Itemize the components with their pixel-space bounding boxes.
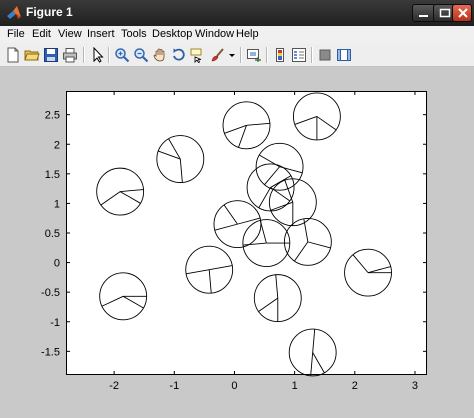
link-plot-icon[interactable] bbox=[246, 47, 262, 63]
menu-window[interactable]: Window bbox=[195, 28, 234, 40]
toolbar-separator bbox=[83, 47, 85, 63]
matlab-logo-icon bbox=[7, 6, 21, 19]
figure-toolbar bbox=[0, 44, 474, 67]
y-tick-label: 0 bbox=[54, 258, 60, 270]
toolbar-separator bbox=[266, 47, 268, 63]
axes-background[interactable] bbox=[66, 91, 427, 375]
title-bar[interactable]: Figure 1 bbox=[0, 0, 474, 26]
menu-bar: File Edit View Insert Tools Desktop Wind… bbox=[0, 26, 474, 45]
plot-canvas: -2 -1 0 1 2 3 -1.5 -1 -0.5 0 0.5 1 1.5 2 2.5 bbox=[41, 91, 427, 392]
y-tick-label: -1 bbox=[50, 317, 60, 329]
menu-desktop[interactable]: Desktop bbox=[152, 28, 192, 40]
brush-icon[interactable] bbox=[209, 47, 225, 63]
pan-hand-icon[interactable] bbox=[152, 47, 168, 63]
zoom-in-icon[interactable] bbox=[114, 47, 130, 63]
x-tick-label: -1 bbox=[169, 380, 179, 392]
show-plot-tools-icon[interactable] bbox=[336, 47, 352, 63]
x-tick-label: -2 bbox=[109, 380, 119, 392]
menu-insert[interactable]: Insert bbox=[87, 28, 115, 40]
insert-colorbar-icon[interactable] bbox=[272, 47, 288, 63]
window-title: Figure 1 bbox=[26, 5, 73, 19]
y-tick-label: 1 bbox=[54, 198, 60, 210]
insert-legend-icon[interactable] bbox=[291, 47, 307, 63]
y-tick-label: -0.5 bbox=[41, 287, 60, 299]
data-cursor-icon[interactable] bbox=[190, 47, 206, 63]
menu-tools[interactable]: Tools bbox=[121, 28, 147, 40]
open-file-icon[interactable] bbox=[24, 47, 40, 63]
y-tick-label: 1.5 bbox=[45, 169, 60, 181]
edit-plot-arrow-icon[interactable] bbox=[90, 47, 106, 63]
save-icon[interactable] bbox=[43, 47, 59, 63]
print-icon[interactable] bbox=[62, 47, 78, 63]
x-tick-label: 3 bbox=[412, 380, 418, 392]
maximize-icon bbox=[439, 8, 451, 18]
new-figure-icon[interactable] bbox=[5, 47, 21, 63]
menu-view[interactable]: View bbox=[58, 28, 82, 40]
x-tick-label: 2 bbox=[352, 380, 358, 392]
menu-help[interactable]: Help bbox=[236, 28, 259, 40]
x-tick-label: 0 bbox=[231, 380, 237, 392]
toolbar-separator bbox=[240, 47, 242, 63]
y-tick-label: -1.5 bbox=[41, 346, 60, 358]
toolbar-separator bbox=[108, 47, 110, 63]
zoom-out-icon[interactable] bbox=[133, 47, 149, 63]
close-button[interactable] bbox=[452, 4, 472, 22]
figure-canvas: -2 -1 0 1 2 3 -1.5 -1 -0.5 0 0.5 1 1.5 2 2.5 bbox=[0, 67, 474, 418]
y-tick-label: 2 bbox=[54, 139, 60, 151]
minimize-icon bbox=[419, 15, 428, 17]
y-tick-label: 0.5 bbox=[45, 228, 60, 240]
close-icon bbox=[458, 8, 468, 18]
hide-plot-tools-icon[interactable] bbox=[317, 47, 333, 63]
figure-window: Figure 1 File Edit View Insert Tools Des… bbox=[0, 0, 474, 418]
x-tick-label: 1 bbox=[292, 380, 298, 392]
menu-edit[interactable]: Edit bbox=[32, 28, 51, 40]
menu-file[interactable]: File bbox=[7, 28, 25, 40]
toolbar-separator bbox=[311, 47, 313, 63]
rotate-3d-icon[interactable] bbox=[171, 47, 187, 63]
brush-dropdown-icon[interactable] bbox=[228, 47, 236, 63]
y-tick-label: 2.5 bbox=[45, 110, 60, 122]
